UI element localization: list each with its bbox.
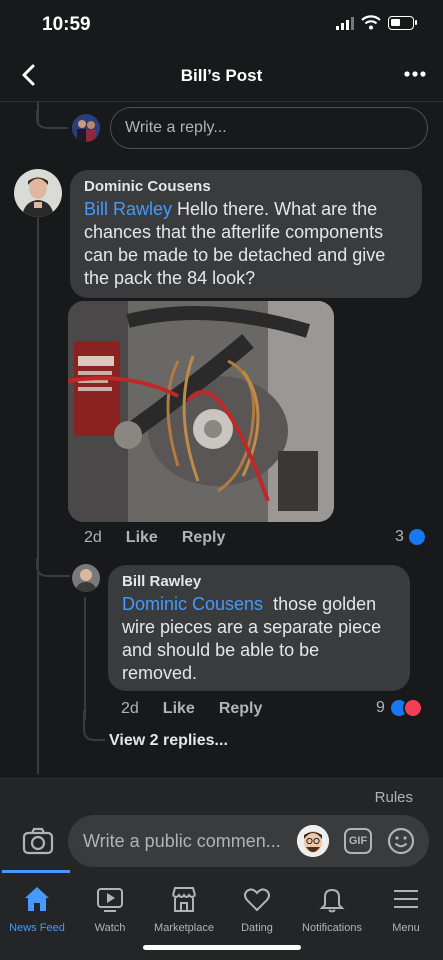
reply-button[interactable]: Reply [182,529,226,547]
home-icon [25,887,49,911]
status-bar: 10:59 [0,0,443,48]
more-options-icon[interactable] [400,64,430,84]
comment-bubble[interactable]: Dominic Cousens Bill Rawley Hello there.… [70,170,422,298]
reply-input[interactable] [111,108,427,148]
dominic-avatar[interactable] [14,169,62,217]
comment-input-container[interactable]: GIF [68,815,429,867]
comment-input[interactable] [68,815,298,867]
tab-menu[interactable]: Menu [369,870,443,950]
like-button[interactable]: Like [163,700,195,718]
like-button[interactable]: Like [126,529,158,547]
my-avatar[interactable] [72,114,100,142]
tab-marketplace[interactable]: Marketplace [147,870,221,950]
camera-icon[interactable] [22,827,54,855]
view-replies-link[interactable]: View 2 replies... [109,732,228,750]
thread-line [84,597,86,721]
home-indicator [143,945,301,950]
reply-author[interactable]: Bill Rawley [122,573,398,590]
bell-icon [319,888,345,913]
reply-bubble[interactable]: Bill Rawley Dominic Cousens those golden… [108,565,410,691]
comment-actions: 2d Like Reply [84,529,249,547]
reply-actions: 2d Like Reply [121,700,286,718]
tab-dating[interactable]: Dating [220,870,294,950]
comment-time: 2d [84,529,102,546]
menu-icon [394,890,418,908]
bill-avatar[interactable] [72,564,100,592]
status-time: 10:59 [42,14,91,35]
dating-icon [244,888,270,912]
post-header: Bill’s Post [0,48,443,102]
reply-text: Dominic Cousens those golden wire pieces… [122,593,398,685]
reaction-summary[interactable]: 9 [376,698,423,718]
thread-connector [83,710,105,741]
avatar-sticker-icon[interactable] [297,825,329,857]
gif-button[interactable]: GIF [344,828,372,854]
cellular-signal-icon [336,17,354,30]
comment-photo[interactable] [68,301,334,522]
tab-news-feed[interactable]: News Feed [0,870,74,950]
tab-watch[interactable]: Watch [73,870,147,950]
comment-text: Bill Rawley Hello there. What are the ch… [84,198,410,290]
mention-link[interactable]: Dominic Cousens [122,594,263,614]
watch-icon [97,888,123,912]
page-title: Bill’s Post [180,66,263,85]
marketplace-icon [172,887,196,912]
reaction-summary[interactable]: 3 [395,527,427,547]
tab-label: Menu [392,922,420,934]
tab-notifications[interactable]: Notifications [295,870,369,950]
mention-link[interactable]: Bill Rawley [84,199,172,219]
thread-connector [36,110,68,129]
wifi-icon [361,15,381,30]
thread-line [37,214,39,774]
reaction-count: 3 [395,528,404,545]
reaction-count: 9 [376,699,385,716]
comment-author[interactable]: Dominic Cousens [84,178,410,195]
rules-link[interactable]: Rules [375,789,413,806]
reply-input-container[interactable] [110,107,428,149]
battery-icon [388,16,417,30]
reply-button[interactable]: Reply [219,700,263,718]
emoji-icon[interactable] [386,826,416,856]
comment-composer: Rules GIF [0,778,443,870]
reply-time: 2d [121,700,139,717]
love-reaction-icon [402,698,423,718]
like-reaction-icon [406,527,427,547]
thread-connector [36,558,70,577]
